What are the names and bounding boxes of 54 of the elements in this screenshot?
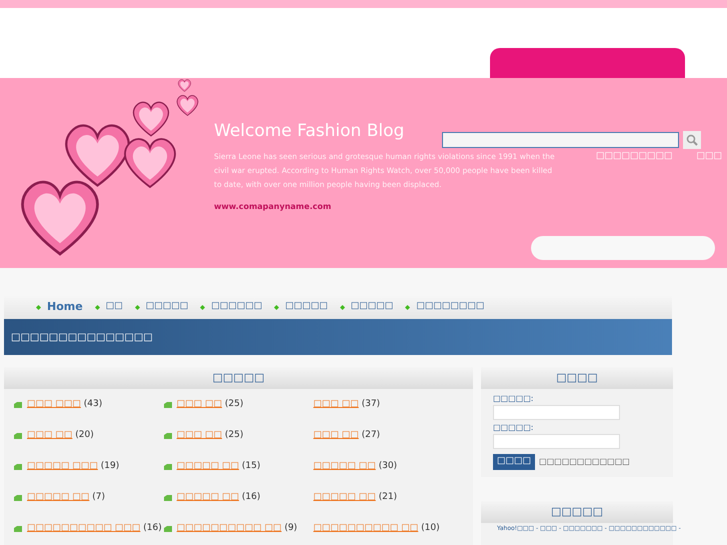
category-item[interactable]: □□□ □□ (27) [313, 428, 380, 442]
folder-icon [164, 432, 172, 440]
folder-icon [14, 432, 22, 440]
folder-icon [164, 400, 172, 408]
nav-link[interactable]: □□□□□□□□ [405, 300, 484, 314]
bullet-icon [94, 304, 100, 310]
search-button[interactable] [683, 131, 701, 149]
bullet-icon [340, 304, 345, 310]
folder-icon [164, 524, 172, 532]
field-label: □□□□□: [493, 393, 534, 405]
nav-link[interactable]: □□□□□ [340, 300, 394, 314]
folder-icon [14, 400, 22, 408]
category-item[interactable]: □□□□□ □□ (21) [313, 490, 398, 504]
nav-link[interactable]: □□ [94, 300, 123, 314]
bullet-icon [274, 304, 280, 310]
category-item[interactable]: □□□ □□ (25) [176, 398, 244, 412]
folder-icon [14, 462, 22, 470]
category-item[interactable]: □□□□□ □□□ (19) [27, 460, 120, 474]
category-item[interactable]: □□□ □□ (25) [176, 428, 244, 442]
category-item[interactable]: □□□□□ □□ (15) [176, 460, 260, 474]
category-item[interactable]: □□□□□ □□ (7) [27, 490, 106, 504]
field-label: □□□□□: [493, 422, 534, 434]
category-item[interactable]: □□□□□ □□ (16) [176, 490, 260, 504]
login-button[interactable]: □□□□ [493, 454, 536, 470]
bullet-icon [134, 304, 140, 310]
category-item[interactable]: □□□□□□□□□□ □□ (9) [176, 522, 298, 536]
nav-link[interactable]: □□□□□ [274, 300, 328, 314]
nav-link[interactable]: □□□□□ [134, 300, 188, 314]
bullet-icon [405, 304, 410, 310]
panel-title: □□□□□ [212, 370, 264, 386]
nav-link[interactable]: □□□□□□ [200, 300, 262, 314]
register-link[interactable]: □□□□□□□□□□□□ [539, 456, 630, 468]
panel-title: □□□□ [556, 370, 598, 386]
folder-icon [164, 494, 172, 502]
bar-title: □□□□□□□□□□□□□□□ [11, 330, 153, 344]
nav-link[interactable]: Home [36, 298, 83, 316]
category-item[interactable]: □□□ □□ (20) [27, 428, 94, 442]
search-field[interactable] [442, 132, 679, 148]
category-item[interactable]: □□□ □□□ (43) [27, 398, 102, 412]
bullet-icon [200, 304, 206, 310]
rounded-field[interactable] [531, 236, 715, 260]
folder-icon [14, 494, 22, 502]
input-field[interactable] [493, 405, 620, 420]
category-item[interactable]: □□□□□□□□□□ □□ (10) [313, 522, 440, 536]
folder-icon [14, 524, 22, 532]
blog-title: Welcome Fashion Blog [214, 120, 406, 142]
category-item[interactable]: □□□ □□ (37) [313, 398, 380, 412]
panel-title: □□□□□ [551, 504, 603, 520]
folder-icon [164, 462, 172, 470]
category-item[interactable]: □□□□□ □□ (30) [313, 460, 398, 474]
input-field[interactable] [493, 434, 620, 449]
bullet-icon [36, 304, 41, 310]
search-icon [686, 134, 698, 146]
category-item[interactable]: □□□□□□□□□□ □□□ (16) [27, 522, 162, 536]
